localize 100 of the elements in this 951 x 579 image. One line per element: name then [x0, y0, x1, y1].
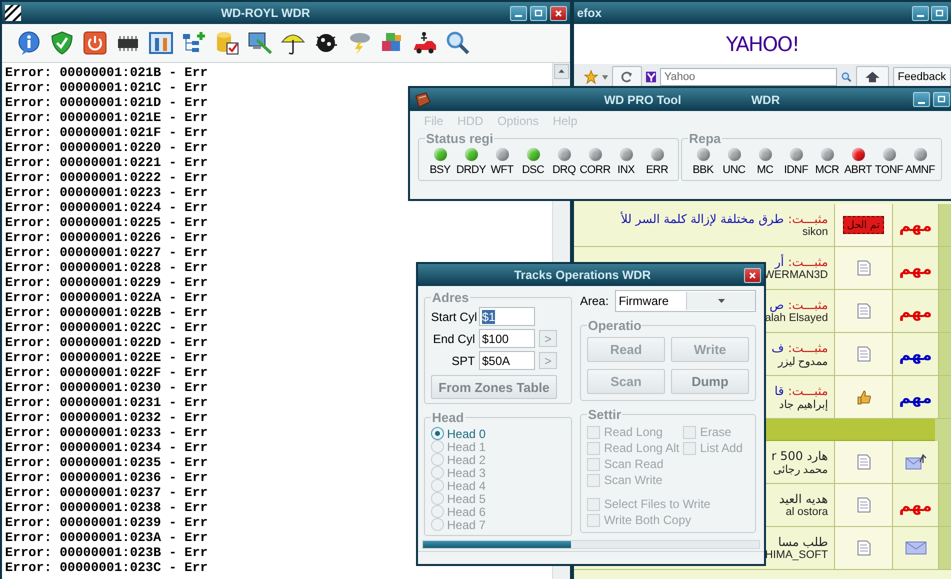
maximize-button[interactable] — [931, 6, 948, 20]
log-line: Error: 00000001:0221 - Err — [5, 155, 208, 170]
thread-title-link[interactable]: هارد 500 r — [771, 448, 828, 462]
log-line: Error: 00000001:0236 - Err — [5, 470, 208, 485]
log-line: Error: 00000001:023A - Err — [5, 530, 208, 545]
zones-table-button[interactable]: From Zones Table — [431, 375, 557, 399]
area-dropdown[interactable]: Firmware — [614, 290, 756, 312]
next-button[interactable]: > — [539, 330, 557, 347]
log-line: Error: 00000001:0237 - Err — [5, 485, 208, 500]
close-button[interactable] — [550, 6, 567, 20]
maximize-button[interactable] — [530, 6, 547, 20]
log-line: Error: 00000001:022F - Err — [5, 365, 208, 380]
led-label: BBK — [692, 164, 714, 176]
maximize-icon — [533, 8, 544, 18]
minimize-button[interactable] — [510, 6, 527, 20]
window-title: WD PRO Tool — [604, 92, 682, 106]
window-title: efox — [577, 6, 602, 20]
log-line: Error: 00000001:0239 - Err — [5, 515, 208, 530]
thread-author: محمد رجائى — [772, 463, 828, 476]
operation-button[interactable]: Dump — [671, 369, 749, 394]
led-label: MC — [756, 164, 774, 176]
tools-icon[interactable] — [148, 30, 174, 56]
important-label: مهم — [898, 344, 932, 364]
document-icon — [856, 540, 870, 556]
led-label: ABRT — [844, 164, 872, 176]
minimize-button[interactable] — [913, 92, 930, 107]
close-icon — [747, 270, 758, 280]
settings-group: Settir Read Long Erase Read Long Alt List Add Scan Read Scan Write Select Files to Write Write Both Copy — [580, 407, 756, 533]
led-label: CORR — [580, 164, 610, 176]
document-icon — [856, 303, 870, 319]
thread-title-link[interactable]: أر — [774, 255, 784, 269]
minimize-button[interactable] — [912, 6, 929, 20]
close-button[interactable] — [744, 268, 761, 282]
site-logo: YAHOO! — [726, 32, 799, 56]
scroll-up-icon[interactable] — [554, 64, 569, 79]
thread-author: al ostora — [786, 506, 828, 518]
led-label: AMNF — [905, 164, 935, 176]
search-icon[interactable] — [445, 30, 471, 56]
home-icon[interactable] — [856, 66, 889, 88]
led-label: WFT — [490, 164, 514, 176]
database-check-icon[interactable] — [214, 30, 240, 56]
input-field[interactable]: $50A — [479, 351, 535, 370]
thread-title-link[interactable]: قا — [774, 384, 784, 398]
status-group: Status regi BSY DRDY WFT DSC DRQ CORR INX ERR — [418, 131, 679, 181]
shield-check-icon[interactable] — [49, 30, 75, 56]
minimize-icon — [918, 102, 925, 104]
envelope-arrow-icon — [904, 454, 926, 470]
solved-badge: تم الحل — [843, 216, 884, 234]
log-line: Error: 00000001:021F - Err — [5, 125, 208, 140]
head-radio[interactable]: Head 0 — [431, 427, 565, 440]
next-button[interactable]: > — [539, 352, 557, 369]
feedback-button[interactable]: Feedback — [892, 67, 951, 87]
pinned-label: مثبـــت: — [788, 255, 828, 269]
info-icon[interactable] — [16, 30, 42, 56]
input-field[interactable]: $1 — [479, 307, 535, 326]
star-icon[interactable] — [584, 69, 598, 85]
field-label: Start Cyl — [431, 310, 475, 324]
thread-title-link[interactable]: هديه العيد — [779, 492, 828, 506]
sidebar-strip — [939, 290, 951, 332]
sidebar-strip — [939, 247, 951, 289]
power-icon[interactable] — [82, 30, 108, 56]
window-subtitle: WDR — [751, 92, 780, 106]
car-icon[interactable] — [412, 30, 438, 56]
thread-title-link[interactable]: طرق مختلفة لإزالة كلمة السر للأ — [620, 212, 784, 226]
sidebar-strip — [939, 527, 951, 569]
log-line: Error: 00000001:0222 - Err — [5, 170, 208, 185]
important-label: مهم — [898, 388, 932, 406]
led-label: DRQ — [552, 164, 576, 176]
thread-title-link[interactable]: طلب مسا — [778, 535, 828, 549]
led-label: DRDY — [456, 164, 486, 176]
led-label: INX — [617, 164, 635, 176]
sidebar-strip — [939, 484, 951, 526]
thread-author: ممدوح ليزر — [778, 354, 828, 368]
caret-icon[interactable] — [602, 74, 608, 80]
thread-author: إبراهيم جاد — [778, 398, 828, 410]
search-engine-icon[interactable] — [646, 71, 656, 83]
pinned-label: مثبـــت: — [788, 298, 828, 312]
maximize-button[interactable] — [933, 92, 950, 107]
important-label: مهم — [898, 302, 932, 320]
search-icon[interactable] — [841, 71, 852, 83]
sidebar-strip — [939, 333, 951, 375]
log-line: Error: 00000001:0226 - Err — [5, 230, 208, 245]
led-label: ERR — [646, 164, 668, 176]
log-line: Error: 00000001:023C - Err — [5, 560, 208, 575]
thumbs-up-icon — [856, 389, 872, 405]
log-line: Error: 00000001:0229 - Err — [5, 275, 208, 290]
document-icon — [856, 497, 870, 513]
reload-icon[interactable] — [612, 66, 642, 88]
thread-title-link[interactable]: ف — [772, 340, 784, 354]
monitor-wand-icon[interactable] — [247, 30, 273, 56]
log-line: Error: 00000001:021E - Err — [5, 110, 208, 125]
input-field[interactable]: $100 — [479, 329, 535, 348]
log-line: Error: 00000001:0231 - Err — [5, 395, 208, 410]
log-line: Error: 00000001:021D - Err — [5, 95, 208, 110]
important-label: مهم — [898, 258, 932, 278]
log-line: Error: 00000001:022A - Err — [5, 290, 208, 305]
thread-title-link[interactable]: ص — [769, 298, 784, 312]
document-icon — [856, 346, 870, 362]
search-field[interactable]: Yahoo — [660, 68, 838, 86]
log-line: Error: 00000001:021C - Err — [5, 80, 208, 95]
